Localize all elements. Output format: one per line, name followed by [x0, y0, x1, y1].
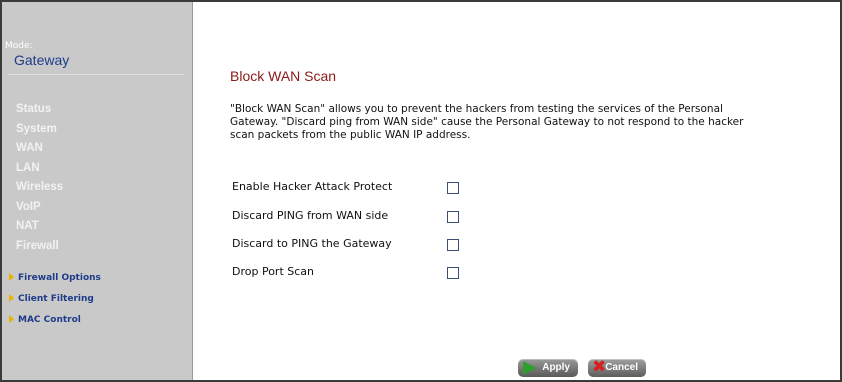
- mode-divider: [8, 74, 184, 75]
- checkbox-hacker-attack-protect[interactable]: [447, 182, 459, 194]
- submenu-item-firewall-options[interactable]: Firewall Options: [9, 268, 101, 289]
- nav-item-firewall[interactable]: Firewall: [16, 237, 63, 257]
- submenu-item-label: Client Filtering: [18, 294, 94, 304]
- cancel-button[interactable]: ✖ Cancel: [588, 357, 646, 377]
- checkbox-discard-ping-wan[interactable]: [447, 211, 459, 223]
- nav-item-lan[interactable]: LAN: [16, 159, 63, 179]
- submenu-item-client-filtering[interactable]: Client Filtering: [9, 289, 101, 310]
- nav-item-nat[interactable]: NAT: [16, 217, 63, 237]
- nav-item-voip[interactable]: VoIP: [16, 198, 63, 218]
- cancel-button-label: Cancel: [605, 362, 638, 373]
- page-description: "Block WAN Scan" allows you to prevent t…: [230, 103, 744, 141]
- option-label-discard-ping-gateway: Discard to PING the Gateway: [232, 237, 392, 250]
- main-nav: Status System WAN LAN Wireless VoIP NAT …: [16, 100, 63, 256]
- mode-label: Mode:: [5, 41, 33, 51]
- mode-value: Gateway: [14, 52, 70, 68]
- submenu-item-label: Firewall Options: [18, 273, 101, 283]
- option-label-discard-ping-wan: Discard PING from WAN side: [232, 209, 389, 222]
- sidebar: Mode: Gateway Status System WAN LAN Wire…: [2, 2, 193, 380]
- apply-button-label: Apply: [542, 362, 570, 373]
- checkbox-drop-port-scan[interactable]: [447, 267, 459, 279]
- submenu-item-mac-control[interactable]: MAC Control: [9, 310, 101, 331]
- nav-item-wireless[interactable]: Wireless: [16, 178, 63, 198]
- page-title: Block WAN Scan: [230, 68, 337, 84]
- red-x-icon: ✖: [592, 357, 607, 377]
- green-arrow-icon: [523, 361, 537, 375]
- triangle-right-icon: [9, 294, 14, 302]
- apply-button[interactable]: Apply: [518, 359, 578, 377]
- nav-item-status[interactable]: Status: [16, 100, 63, 120]
- firewall-submenu: Firewall Options Client Filtering MAC Co…: [9, 268, 101, 331]
- option-label-drop-port-scan: Drop Port Scan: [232, 265, 315, 278]
- nav-item-wan[interactable]: WAN: [16, 139, 63, 159]
- nav-item-system[interactable]: System: [16, 120, 63, 140]
- option-label-hacker-attack-protect: Enable Hacker Attack Protect: [232, 180, 393, 193]
- router-config-frame: Mode: Gateway Status System WAN LAN Wire…: [0, 0, 842, 382]
- checkbox-discard-ping-gateway[interactable]: [447, 239, 459, 251]
- submenu-item-label: MAC Control: [18, 315, 81, 325]
- triangle-right-icon: [9, 315, 14, 323]
- triangle-right-icon: [9, 273, 14, 281]
